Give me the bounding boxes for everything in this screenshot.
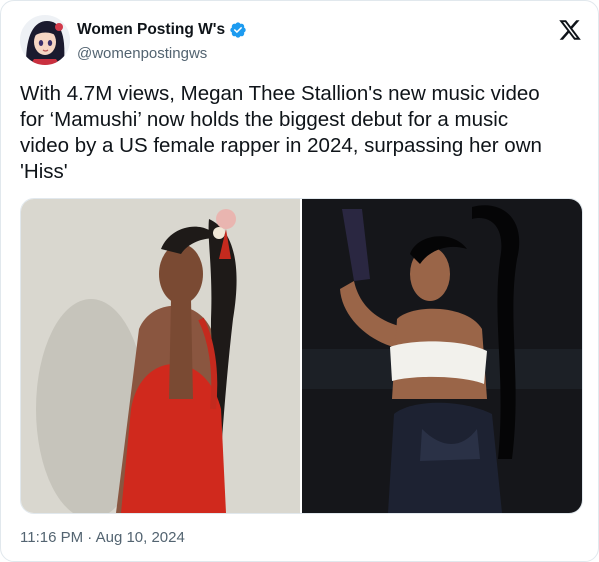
verified-badge-icon: [229, 21, 247, 39]
display-name-row: Women Posting W's: [77, 20, 247, 40]
display-name[interactable]: Women Posting W's: [77, 21, 225, 39]
author-handle[interactable]: @womenpostingws: [77, 45, 247, 62]
media-photo-1[interactable]: [21, 199, 300, 513]
media-photo-2[interactable]: [302, 199, 582, 513]
photo-white-top-image: [302, 199, 582, 513]
tweet-timestamp[interactable]: 11:16 PM · Aug 10, 2024: [20, 529, 185, 546]
avatar[interactable]: [20, 15, 70, 65]
tweet-media: [20, 198, 583, 514]
tweet-text: With 4.7M views, Megan Thee Stallion's n…: [20, 82, 542, 183]
avatar-image: [20, 15, 70, 65]
author-names: Women Posting W's @womenpostingws: [77, 20, 247, 62]
tweet-card: Women Posting W's @womenpostingws With 4…: [0, 0, 599, 562]
tweet-header: Women Posting W's @womenpostingws: [20, 15, 582, 69]
x-logo-icon[interactable]: [558, 18, 582, 42]
photo-red-dress-image: [21, 199, 300, 513]
